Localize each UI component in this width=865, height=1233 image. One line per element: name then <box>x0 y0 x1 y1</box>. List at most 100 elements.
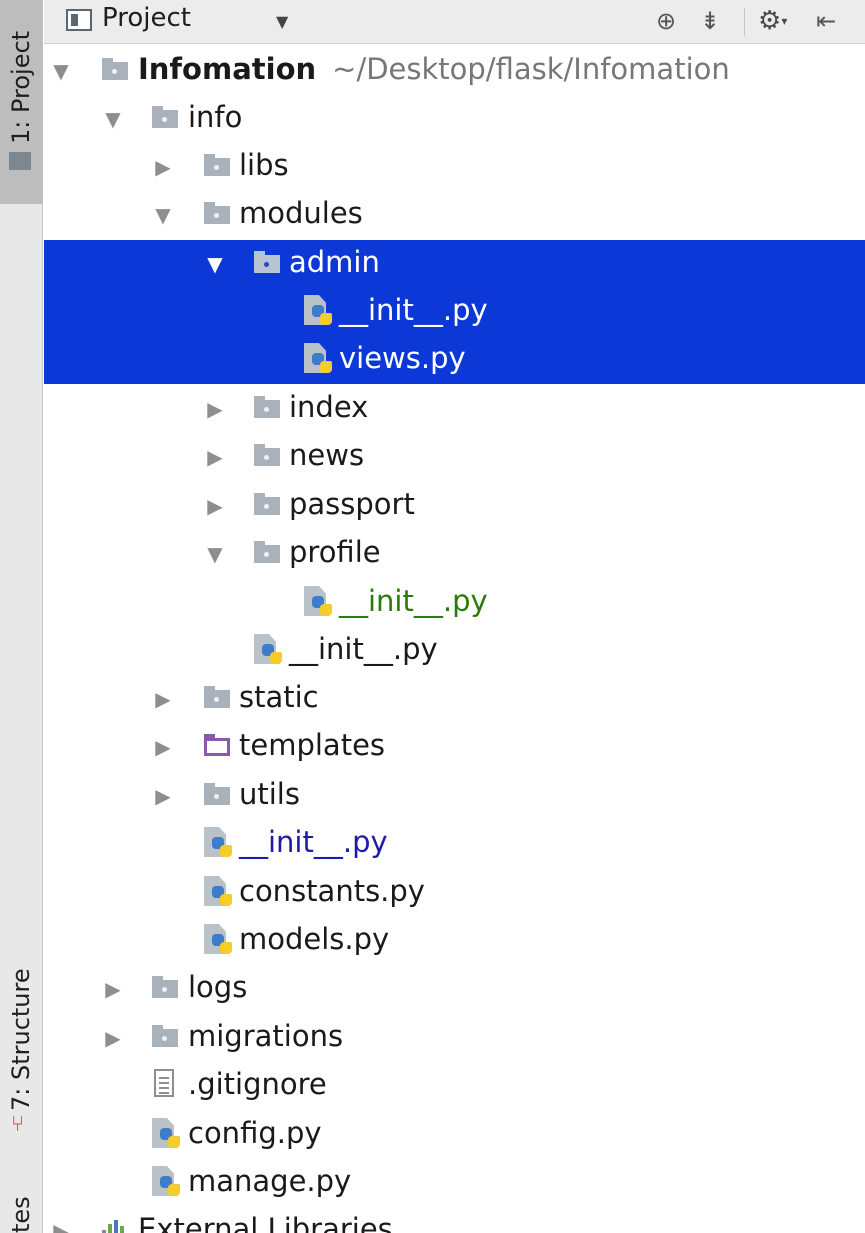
tree-row-logs[interactable]: ▶ logs <box>44 965 865 1013</box>
structure-icon: ⑂ <box>11 1112 25 1137</box>
tree-row-external-libraries[interactable]: ▶ External Libraries <box>44 1207 865 1233</box>
tree-row-static[interactable]: ▶ static <box>44 675 865 723</box>
tree-item-label: templates <box>239 728 386 762</box>
project-tool-icon <box>9 152 31 170</box>
tree-row-manage[interactable]: manage.py <box>44 1159 865 1207</box>
expand-arrow-icon[interactable]: ▼ <box>102 107 124 131</box>
expand-arrow-icon[interactable]: ▼ <box>152 203 174 227</box>
gear-icon[interactable]: ⚙ ▾ <box>758 6 787 36</box>
tree-row-utils[interactable]: ▶ utils <box>44 772 865 820</box>
tree-row-config[interactable]: config.py <box>44 1111 865 1159</box>
python-file-icon <box>252 634 282 664</box>
folder-icon <box>202 686 230 712</box>
tree-item-label: constants.py <box>239 874 425 908</box>
toolbar-divider <box>744 8 745 36</box>
tree-row-passport[interactable]: ▶ passport <box>44 482 865 530</box>
tree-item-label: news <box>289 438 365 472</box>
tree-row-gitignore[interactable]: .gitignore <box>44 1062 865 1110</box>
tree-row-modules-init[interactable]: __init__.py <box>44 627 865 675</box>
folder-icon <box>202 202 230 228</box>
tree-item-label: Infomation ~/Desktop/flask/Infomation <box>138 52 730 86</box>
tree-item-label: views.py <box>339 341 466 375</box>
locate-target-icon[interactable]: ⊕ <box>656 6 676 36</box>
project-panel-header: Project ▼ ⊕ ⇟ ⚙ ▾ ⇤ <box>44 0 865 44</box>
folder-icon <box>202 783 230 809</box>
favorites-tool-label: tes <box>7 1196 35 1233</box>
collapse-arrow-icon[interactable]: ▶ <box>152 784 174 808</box>
tree-row-news[interactable]: ▶ news <box>44 433 865 481</box>
tree-item-label: migrations <box>188 1019 344 1053</box>
tree-row-templates[interactable]: ▶ templates <box>44 723 865 771</box>
project-tool-button[interactable]: 1: Project <box>0 0 42 204</box>
tree-item-label: logs <box>188 970 248 1004</box>
tree-row-profile-init[interactable]: __init__.py <box>44 579 865 627</box>
collapse-arrow-icon[interactable]: ▶ <box>102 977 124 1001</box>
tree-item-label: profile <box>289 535 381 569</box>
python-file-icon <box>150 1166 180 1196</box>
collapse-arrow-icon[interactable]: ▶ <box>102 1026 124 1050</box>
folder-icon <box>252 396 280 422</box>
collapse-arrow-icon[interactable]: ▶ <box>204 445 226 469</box>
tree-row-info-init[interactable]: __init__.py <box>44 820 865 868</box>
tree-item-label: __init__.py <box>339 584 488 618</box>
python-file-icon <box>150 1118 180 1148</box>
hide-panel-icon[interactable]: ⇤ <box>816 6 836 36</box>
tree-row-profile[interactable]: ▼ profile <box>44 530 865 578</box>
tree-item-label: libs <box>239 148 289 182</box>
tree-item-label: utils <box>239 777 300 811</box>
tree-row-migrations[interactable]: ▶ migrations <box>44 1014 865 1062</box>
tree-item-label: static <box>239 680 319 714</box>
collapse-arrow-icon[interactable]: ▶ <box>204 494 226 518</box>
python-file-icon <box>202 924 232 954</box>
folder-icon <box>252 541 280 567</box>
tree-item-label: __init__.py <box>239 825 388 859</box>
root-path-label: ~/Desktop/flask/Infomation <box>332 52 730 86</box>
text-file-icon <box>150 1069 178 1099</box>
tree-row-constants[interactable]: constants.py <box>44 869 865 917</box>
collapse-arrow-icon[interactable]: ▶ <box>152 735 174 759</box>
tree-item-label: models.py <box>239 922 390 956</box>
python-file-icon <box>302 343 332 373</box>
expand-arrow-icon[interactable]: ▼ <box>50 59 72 83</box>
tree-row-modules[interactable]: ▼ modules <box>44 191 865 239</box>
python-file-icon <box>202 827 232 857</box>
tree-row-index[interactable]: ▶ index <box>44 385 865 433</box>
tree-row-admin-views[interactable]: views.py <box>44 336 865 384</box>
tree-item-label: info <box>188 100 243 134</box>
expand-arrow-icon[interactable]: ▼ <box>204 252 226 276</box>
tree-item-label: __init__.py <box>339 293 488 327</box>
project-tree: ▼ Infomation ~/Desktop/flask/Infomation ▼… <box>44 45 865 1233</box>
tree-row-info[interactable]: ▼ info <box>44 95 865 143</box>
templates-folder-icon <box>202 734 230 760</box>
collapse-all-icon[interactable]: ⇟ <box>700 6 720 36</box>
python-file-icon <box>302 586 332 616</box>
tree-item-label: __init__.py <box>289 632 438 666</box>
tree-item-label: config.py <box>188 1116 322 1150</box>
project-view-icon <box>66 9 92 31</box>
tree-row-admin[interactable]: ▼ admin <box>44 240 865 288</box>
collapse-arrow-icon[interactable]: ▶ <box>50 1219 72 1233</box>
tree-row-libs[interactable]: ▶ libs <box>44 143 865 191</box>
tree-row-admin-init[interactable]: __init__.py <box>44 288 865 336</box>
python-file-icon <box>302 295 332 325</box>
favorites-tool-button[interactable]: tes <box>0 1186 42 1233</box>
structure-tool-button[interactable]: 7: Structure ⑂ <box>0 940 42 1145</box>
tree-row-root[interactable]: ▼ Infomation ~/Desktop/flask/Infomation <box>44 47 865 95</box>
folder-icon <box>150 1025 178 1051</box>
expand-arrow-icon[interactable]: ▼ <box>204 542 226 566</box>
tree-row-models[interactable]: models.py <box>44 917 865 965</box>
folder-icon <box>252 493 280 519</box>
collapse-arrow-icon[interactable]: ▶ <box>204 397 226 421</box>
folder-icon <box>202 154 230 180</box>
project-tool-label: 1: Project <box>7 30 35 144</box>
tree-item-label: External Libraries <box>138 1212 393 1233</box>
collapse-arrow-icon[interactable]: ▶ <box>152 155 174 179</box>
python-file-icon <box>202 876 232 906</box>
tree-item-label: manage.py <box>188 1164 352 1198</box>
collapse-arrow-icon[interactable]: ▶ <box>152 687 174 711</box>
dropdown-arrow-icon[interactable]: ▼ <box>276 6 288 36</box>
tree-item-label: modules <box>239 196 363 230</box>
folder-icon <box>150 976 178 1002</box>
tree-item-label: admin <box>289 245 380 279</box>
view-selector-title[interactable]: Project <box>102 3 191 33</box>
